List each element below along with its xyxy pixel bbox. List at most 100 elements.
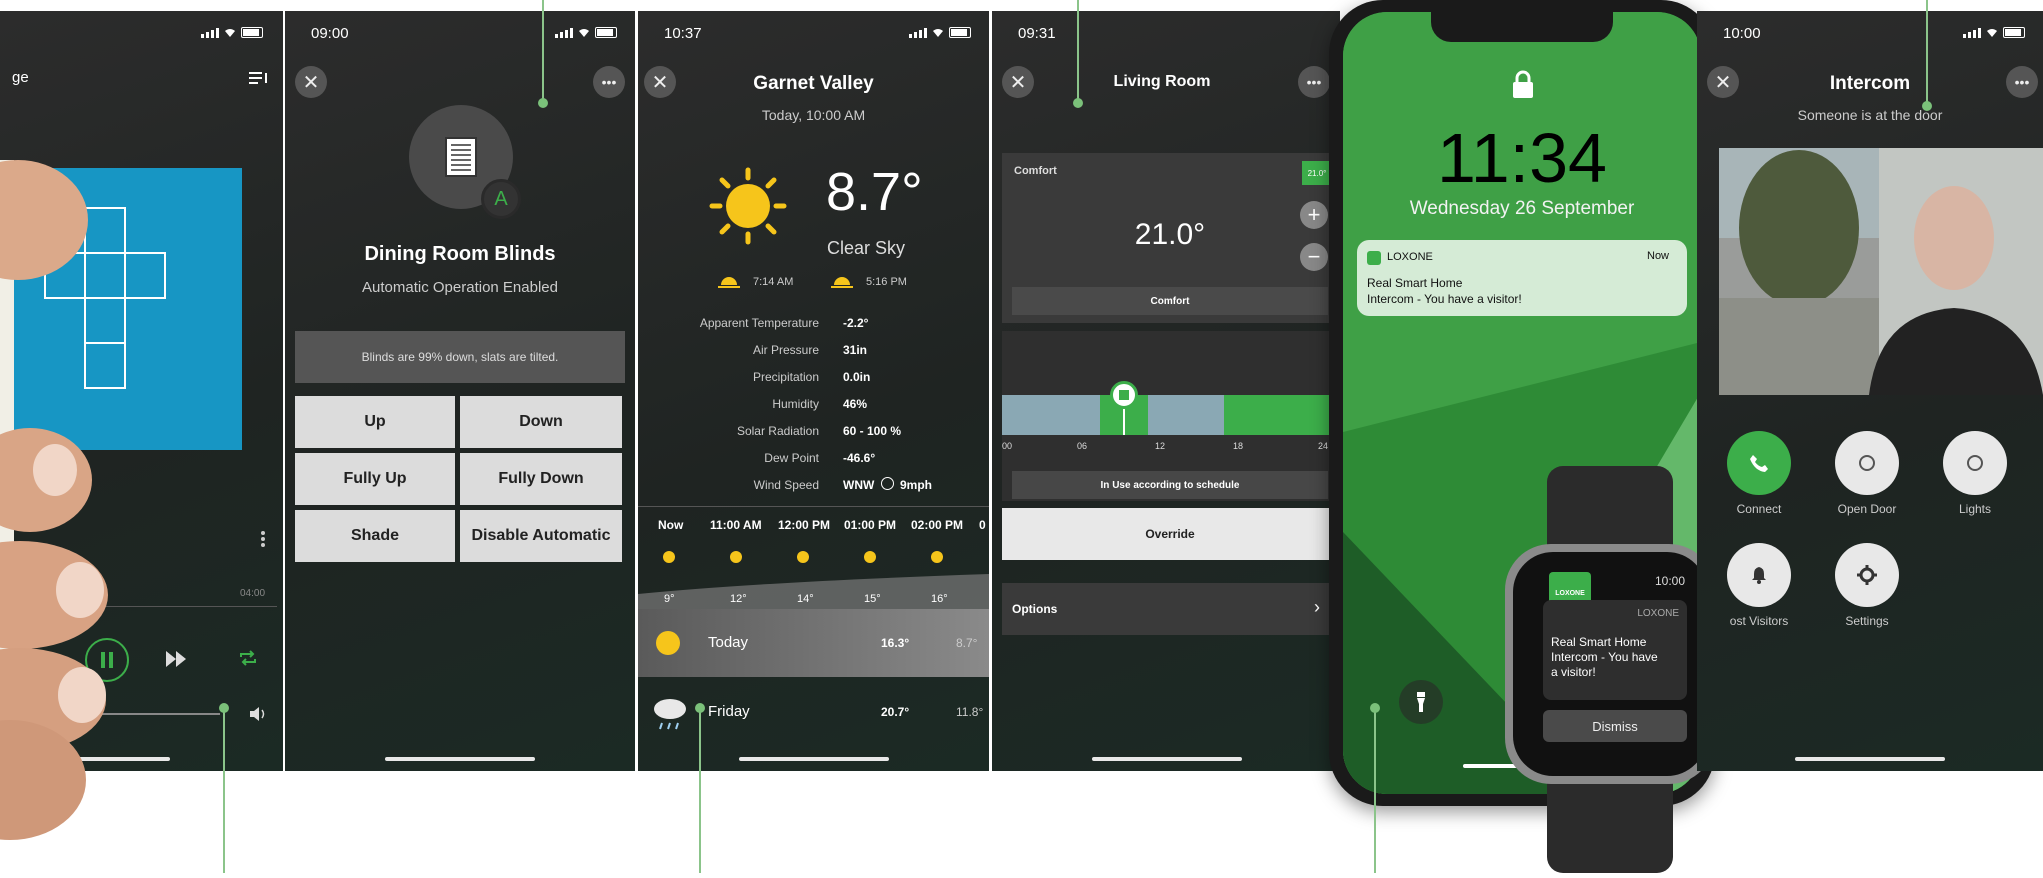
disable-automatic-button[interactable]: Disable Automatic: [460, 510, 622, 562]
status-time: 09:00: [311, 25, 349, 42]
fully-up-button[interactable]: Fully Up: [295, 453, 455, 505]
shade-button[interactable]: Shade: [295, 510, 455, 562]
hour-sun-icon: [864, 551, 876, 563]
mode-badge: 21.0°: [1302, 161, 1332, 185]
bell-icon: [1752, 567, 1766, 584]
status-time: 10:00: [1723, 25, 1761, 42]
watch-case: 10:00 LOXONE LOXONE Real Smart Home Inte…: [1505, 544, 1715, 784]
mode-button[interactable]: Comfort: [1012, 287, 1328, 315]
hourly-forecast[interactable]: Now 11:00 AM 12:00 PM 01:00 PM 02:00 PM …: [638, 516, 989, 624]
hour-label: Now: [658, 518, 684, 532]
home-indicator: [1092, 757, 1242, 761]
repeat-icon[interactable]: [238, 649, 258, 672]
callout-dot: [1370, 703, 1380, 713]
setpoint-value: 21.0°: [1134, 218, 1206, 251]
down-button[interactable]: Down: [460, 396, 622, 448]
gear-icon: [1857, 565, 1877, 585]
camera-feed: [1719, 148, 2043, 395]
track-duration: 04:00: [240, 588, 266, 599]
callout-line: [699, 711, 701, 873]
sun-icon: [708, 166, 788, 251]
open-door-label: Open Door: [1837, 502, 1897, 516]
watch-app-name: LOXONE: [1637, 608, 1679, 619]
day-low: 8.7°: [956, 636, 978, 650]
hour-label: 01:00 PM: [844, 518, 897, 532]
increase-button[interactable]: +: [1300, 201, 1328, 229]
hour-temp: 12°: [730, 593, 747, 605]
current-temperature: 8.7°: [826, 162, 923, 222]
more-icon[interactable]: [261, 531, 265, 552]
hour-label: 0: [979, 518, 986, 532]
open-door-button[interactable]: [1835, 431, 1899, 495]
callout-dot: [1073, 98, 1083, 108]
hour-temp: 15°: [864, 593, 881, 605]
callout-line: [1926, 0, 1928, 105]
settings-button[interactable]: [1835, 543, 1899, 607]
intercom-title: Intercom: [1829, 73, 1911, 94]
status-icons: [201, 27, 263, 38]
schedule-panel: 00 06 12 18 24 In Use according to sched…: [1002, 331, 1338, 501]
callout-dot: [538, 98, 548, 108]
hour-sun-icon: [797, 551, 809, 563]
decrease-button[interactable]: −: [1300, 243, 1328, 271]
hour-sun-icon: [730, 551, 742, 563]
day-name: Friday: [708, 703, 750, 720]
phone-icon: [1750, 455, 1768, 472]
up-button[interactable]: Up: [295, 396, 455, 448]
track-title-fragment: ge: [12, 69, 29, 86]
day-row-today[interactable]: Today 16.3° 8.7°: [638, 609, 989, 677]
queue-icon[interactable]: [249, 71, 269, 85]
day-high: 16.3°: [881, 636, 910, 650]
hourly-divider: [638, 506, 989, 507]
circle-icon: [1859, 455, 1875, 471]
callout-line: [542, 0, 544, 102]
weather-condition: Clear Sky: [827, 238, 906, 258]
comfort-panel: Comfort 21.0° 21.0° + − Comfort: [1002, 153, 1338, 323]
watch-dismiss-button[interactable]: Dismiss: [1543, 710, 1687, 742]
mode-label: Comfort: [1014, 165, 1057, 177]
notification-time: Now: [1647, 250, 1670, 262]
watch-message: Real Smart Home Intercom - You have a vi…: [1551, 635, 1658, 679]
lock-icon: [1511, 70, 1535, 105]
hour-temp: 9°: [664, 593, 675, 605]
schedule-bar[interactable]: [1002, 395, 1338, 435]
schedule-marker-icon[interactable]: [1110, 381, 1138, 409]
fully-down-button[interactable]: Fully Down: [460, 453, 622, 505]
room-title: Living Room: [1113, 73, 1211, 90]
axis-tick: 24: [1318, 441, 1329, 451]
volume-icon[interactable]: [250, 706, 268, 727]
next-track-icon[interactable]: [166, 651, 188, 672]
settings-label: Settings: [1845, 614, 1889, 628]
override-button[interactable]: Override: [1002, 508, 1338, 560]
lost-visitors-button[interactable]: [1727, 543, 1791, 607]
sunrise-icon: [718, 273, 740, 294]
status-icons: [909, 27, 971, 38]
lights-button[interactable]: [1943, 431, 2007, 495]
more-options-button[interactable]: •••: [593, 66, 625, 98]
day-low: 11.8°: [956, 705, 984, 719]
status-icons: [1963, 27, 2025, 38]
callout-dot: [1922, 101, 1932, 111]
notification-card[interactable]: LOXONE Now Real Smart Home Intercom - Yo…: [1357, 240, 1687, 316]
axis-tick: 18: [1233, 441, 1244, 451]
day-sun-icon: [656, 631, 680, 655]
lights-label: Lights: [1958, 502, 1992, 516]
status-bar: Blinds are 99% down, slats are tilted.: [295, 331, 625, 383]
forecast-datetime: Today, 10:00 AM: [761, 107, 866, 123]
blinds-screen: 09:00 ✕ ••• A Dining Room Blinds Automat…: [285, 11, 635, 771]
flashlight-button[interactable]: [1399, 680, 1443, 724]
options-row[interactable]: Options ›: [1002, 583, 1338, 635]
axis-tick: 06: [1077, 441, 1088, 451]
close-button[interactable]: ✕: [295, 66, 327, 98]
sunset-icon: [831, 273, 853, 294]
notification-app: LOXONE: [1387, 251, 1433, 263]
lost-visitors-label: ost Visitors: [1729, 614, 1789, 628]
watch-notification[interactable]: LOXONE Real Smart Home Intercom - You ha…: [1543, 600, 1687, 700]
connect-button[interactable]: [1727, 431, 1791, 495]
weather-screen: 10:37 ✕ Garnet Valley Today, 10:00 AM 8.…: [638, 11, 989, 771]
day-row-friday[interactable]: Friday 20.7° 11.8°: [638, 681, 989, 749]
wind-direction-icon: [881, 477, 894, 490]
circle-icon: [1967, 455, 1983, 471]
callout-line: [1077, 0, 1079, 102]
lock-clock: 11:34: [1437, 119, 1607, 197]
